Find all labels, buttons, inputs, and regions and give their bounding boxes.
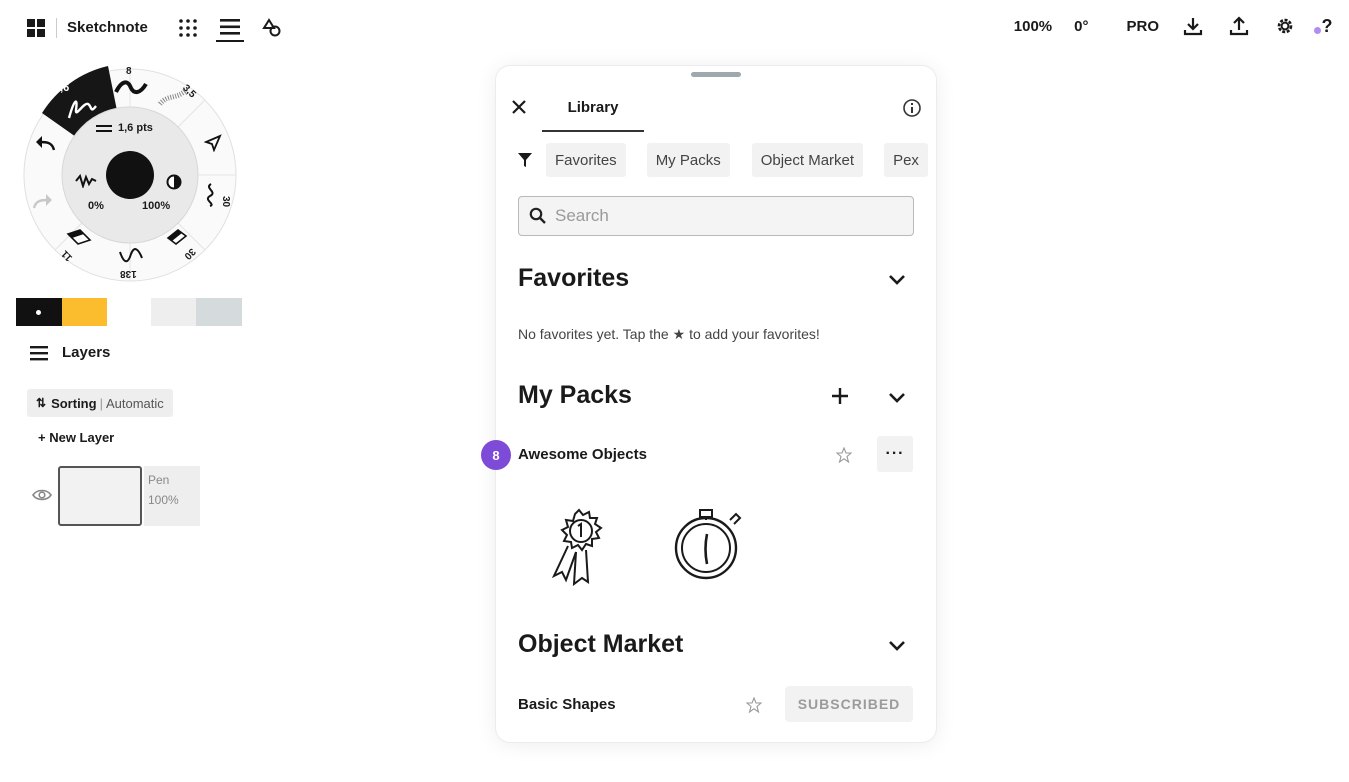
- my-packs-section-title: My Packs: [518, 381, 632, 409]
- opacity-min-label: 0%: [88, 200, 104, 212]
- redo-icon[interactable]: [32, 192, 54, 210]
- contrast-icon[interactable]: [166, 174, 182, 190]
- top-left-toolbar: Sketchnote: [26, 12, 286, 44]
- filter-chip-my-packs[interactable]: My Packs: [646, 143, 730, 177]
- color-swatch-yellow[interactable]: [62, 298, 107, 326]
- layer-info[interactable]: Pen 100%: [144, 466, 200, 526]
- pen-stroke-icon: [67, 100, 97, 119]
- tool-wheel[interactable]: 1,6 8 3,5 30 30 138 11 1,6 pts 0% 100%: [10, 58, 250, 298]
- help-label: ?: [1321, 15, 1333, 36]
- pro-button[interactable]: PRO: [1126, 18, 1159, 35]
- active-pen-icon[interactable]: 1,6: [54, 82, 69, 94]
- sorting-label: Sorting: [51, 395, 97, 411]
- ribbon-medal-sketch[interactable]: [546, 506, 612, 586]
- filter-chip-pex[interactable]: Pex: [884, 143, 928, 177]
- search-icon: [529, 207, 546, 224]
- more-options-button[interactable]: ···: [877, 436, 913, 472]
- share-upload-icon[interactable]: [1227, 14, 1251, 38]
- sorting-divider: |: [99, 395, 103, 411]
- layer-visibility-eye-icon[interactable]: [32, 488, 52, 502]
- layer-thumbnail[interactable]: [58, 466, 142, 526]
- layer-opacity: 100%: [148, 493, 179, 507]
- tab-library[interactable]: Library: [542, 94, 644, 132]
- color-swatch-black[interactable]: [16, 298, 62, 326]
- sorting-button[interactable]: ⇅ Sorting | Automatic: [27, 389, 173, 417]
- color-swatch-light-gray[interactable]: [151, 298, 196, 326]
- gallery-icon[interactable]: [26, 18, 46, 38]
- search-box: [518, 196, 914, 236]
- help-icon[interactable]: ?: [1311, 14, 1335, 38]
- sort-arrows-icon: ⇅: [36, 396, 47, 410]
- zoom-level[interactable]: 100%: [1014, 18, 1052, 35]
- pointer-arrow-icon[interactable]: [204, 134, 222, 152]
- market-item-name[interactable]: Basic Shapes: [518, 696, 616, 713]
- color-swatch-blue-gray[interactable]: [196, 298, 242, 326]
- smudge-tool-icon[interactable]: [118, 246, 144, 266]
- eraser-icon[interactable]: [166, 228, 188, 246]
- favorites-empty-message: No favorites yet. Tap the ★ to add your …: [518, 326, 820, 343]
- favorites-empty-text-post: to add your favorites!: [689, 326, 820, 342]
- undo-icon[interactable]: [34, 134, 56, 152]
- close-icon[interactable]: [510, 98, 528, 116]
- notification-dot: [1313, 26, 1321, 34]
- favorites-empty-text-pre: No favorites yet. Tap the: [518, 326, 669, 342]
- star-filled-icon: ★: [672, 326, 686, 342]
- top-right-toolbar: 100% 0° PRO ?: [992, 14, 1335, 38]
- download-icon[interactable]: [1181, 14, 1205, 38]
- size-lines-icon: [96, 125, 112, 132]
- filter-chip-favorites[interactable]: Favorites: [546, 143, 626, 177]
- search-input[interactable]: [555, 206, 895, 226]
- fill-eraser-icon[interactable]: [66, 228, 92, 246]
- info-icon[interactable]: [902, 98, 922, 118]
- brush-stroke-icon[interactable]: [114, 80, 148, 96]
- layers-menu-icon: [30, 345, 48, 360]
- favorites-section-title: Favorites: [518, 264, 630, 292]
- chevron-down-icon[interactable]: [886, 268, 908, 290]
- layers-header[interactable]: Layers: [30, 344, 110, 361]
- star-outline-icon[interactable]: [746, 697, 762, 713]
- tool-size-pen: 1,6: [54, 82, 70, 94]
- layer-name: Pen: [148, 473, 170, 487]
- subscribed-button[interactable]: SUBSCRIBED: [785, 686, 913, 722]
- panel-drag-handle[interactable]: [691, 72, 741, 77]
- opacity-max-label: 100%: [142, 200, 171, 212]
- tool-size-marker: 30: [220, 195, 232, 208]
- new-layer-button[interactable]: + New Layer: [38, 430, 114, 445]
- tool-size-smudge: 138: [120, 268, 137, 279]
- library-panel: Library Favorites My Packs Object Market…: [496, 66, 936, 742]
- layers-menu-icon[interactable]: [215, 14, 244, 42]
- brush-size-label[interactable]: 1,6 pts: [118, 122, 153, 134]
- settings-gear-icon[interactable]: [1273, 14, 1297, 38]
- object-market-section-title: Object Market: [518, 630, 684, 658]
- squiggle-tool-icon[interactable]: [202, 182, 220, 208]
- document-title[interactable]: Sketchnote: [56, 18, 148, 38]
- filter-chip-object-market[interactable]: Object Market: [751, 143, 864, 177]
- pressure-wave-icon[interactable]: [74, 174, 98, 188]
- grid-icon[interactable]: [174, 14, 202, 42]
- selected-color-dot: [36, 310, 41, 315]
- rotation-value[interactable]: 0°: [1074, 18, 1088, 35]
- tool-size-brush: 8: [126, 66, 132, 77]
- stopwatch-sketch[interactable]: [670, 506, 750, 582]
- pack-count-badge: 8: [481, 440, 511, 470]
- chevron-down-icon[interactable]: [886, 634, 908, 656]
- star-outline-icon[interactable]: [836, 447, 852, 463]
- layers-title: Layers: [62, 344, 111, 361]
- shapes-icon[interactable]: [258, 14, 286, 42]
- filter-chips: Favorites My Packs Object Market Pex: [518, 142, 928, 178]
- chevron-down-icon[interactable]: [886, 386, 908, 408]
- sorting-mode: Automatic: [105, 395, 164, 411]
- add-pack-plus-icon[interactable]: [830, 386, 850, 406]
- airbrush-icon[interactable]: [158, 86, 190, 108]
- filter-funnel-icon[interactable]: [518, 152, 532, 168]
- pack-name[interactable]: Awesome Objects: [518, 446, 647, 463]
